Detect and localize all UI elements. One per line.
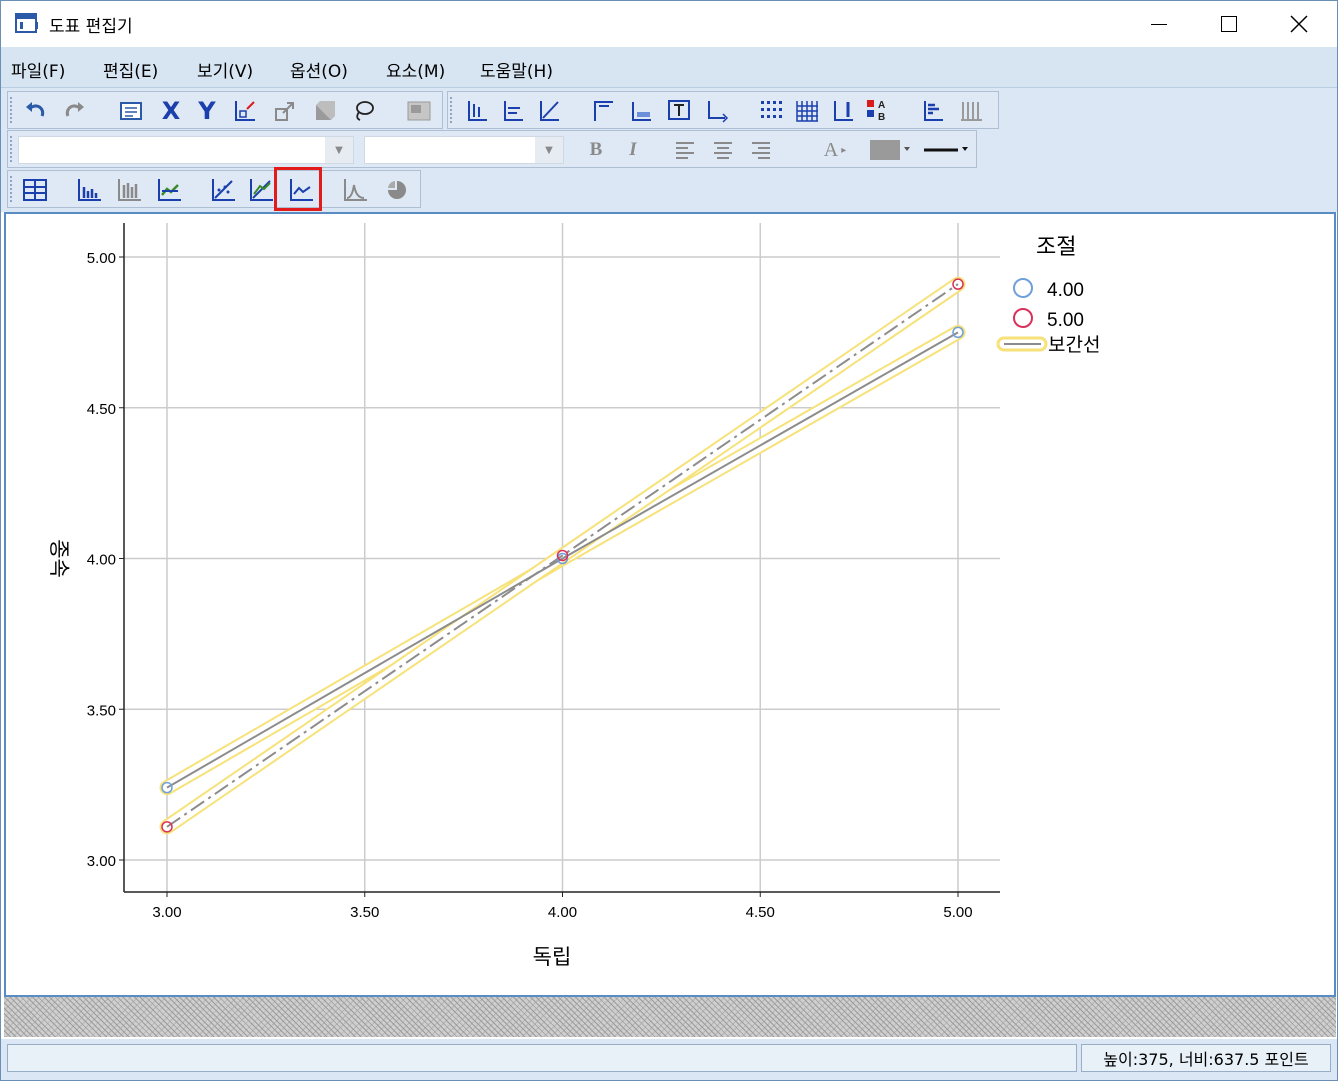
chart-canvas[interactable]: 3.00 3.00 3.50 3.50 4.00 4.00 4.50 4.50 5.00 5.00… [4, 212, 1336, 997]
y-axis-title: 종속 [47, 539, 70, 578]
x-axis-title-icon[interactable] [464, 98, 490, 124]
menu-options[interactable]: 옵션(O) [290, 57, 348, 82]
maximize-icon [1221, 16, 1237, 32]
menu-elements[interactable]: 요소(M) [386, 57, 445, 82]
x-tick-label: 5.00 [943, 904, 972, 921]
menu-bar: 파일(F) 편집(E) 보기(V) 옵션(O) 요소(M) 도움말(H) [1, 47, 1337, 88]
bar-chart-icon [958, 98, 984, 124]
y-tick-label: 3.50 [87, 702, 116, 719]
legend-label-5.00: 5.00 [1047, 310, 1084, 331]
minimize-button[interactable] [1125, 1, 1193, 47]
chevron-down-icon: ▸ [841, 144, 847, 156]
align-left-icon[interactable] [672, 137, 698, 163]
subgroup-icon[interactable] [22, 177, 48, 203]
close-button[interactable] [1265, 1, 1333, 47]
close-icon [1290, 15, 1308, 33]
toolbar-chart-elements [7, 170, 421, 208]
reference-line-icon[interactable] [536, 98, 562, 124]
title-bar: 도표 편집기 [1, 1, 1337, 47]
menu-view[interactable]: 보기(V) [197, 57, 253, 82]
3d-rotate-icon [312, 98, 338, 124]
window-title: 도표 편집기 [49, 17, 133, 37]
show-data-labels-icon[interactable] [76, 177, 102, 203]
toolbar-format: ▼ ▼ B I A ▸ [7, 130, 977, 168]
legend-label-interpolation-line: 보간선 [1048, 334, 1100, 356]
transpose-icon[interactable] [920, 98, 946, 124]
text-color-label: A [823, 138, 839, 161]
y-axis-icon[interactable]: Y [194, 97, 220, 125]
y-tick-label: 5.00 [87, 250, 116, 267]
menu-help[interactable]: 도움말(H) [480, 57, 553, 82]
legend-title: 조절 [1036, 234, 1076, 259]
toolbar-elements: AB [447, 91, 999, 129]
chevron-down-icon[interactable]: ▼ [535, 137, 563, 163]
image-icon [406, 98, 432, 124]
redo-icon[interactable] [62, 98, 88, 124]
y-tick-label: 3.00 [87, 853, 116, 870]
undo-icon[interactable] [22, 98, 48, 124]
title-icon[interactable] [590, 98, 616, 124]
distribution-curve-icon [342, 177, 368, 203]
status-message [7, 1044, 1077, 1072]
y-axis-title-icon[interactable] [500, 98, 526, 124]
legend-marker-4.00 [1013, 278, 1033, 298]
selected-tool-highlight [274, 167, 322, 211]
chart-svg[interactable]: 3.00 3.00 3.50 3.50 4.00 4.00 4.50 4.50 5.00 5.00… [6, 214, 1334, 995]
minimize-icon [1151, 23, 1167, 25]
data-label-icon[interactable] [830, 98, 856, 124]
maximize-button[interactable] [1195, 1, 1263, 47]
reference-line-from-equation-icon[interactable] [248, 177, 274, 203]
x-tick-label: 3.50 [350, 904, 379, 921]
align-center-icon[interactable] [710, 137, 736, 163]
menu-edit[interactable]: 편집(E) [103, 57, 158, 82]
font-name-combo[interactable]: ▼ [18, 136, 354, 164]
fit-line-subgroups-icon[interactable] [210, 177, 236, 203]
lasso-icon[interactable] [350, 98, 376, 124]
legend-marker-5.00 [1013, 308, 1033, 328]
annotation-icon[interactable] [704, 98, 730, 124]
y-tick-label: 4.00 [87, 552, 116, 569]
x-tick-label: 3.00 [152, 904, 181, 921]
chevron-down-icon[interactable]: ▼ [325, 137, 353, 163]
status-bar: 높이:375, 너비:637.5 포인트 [1, 1039, 1337, 1080]
major-grid-icon[interactable] [794, 98, 820, 124]
x-tick-label: 4.00 [548, 904, 577, 921]
line-style-button[interactable] [922, 137, 972, 163]
fit-line-total-icon[interactable] [156, 177, 182, 203]
explode-slice-icon [384, 177, 410, 203]
bold-button[interactable]: B [583, 137, 609, 163]
align-right-icon[interactable] [748, 137, 774, 163]
y-tick-label: 4.50 [87, 401, 116, 418]
resize-icon [272, 98, 298, 124]
x-axis-icon[interactable]: X [158, 97, 184, 125]
menu-file[interactable]: 파일(F) [11, 57, 65, 82]
error-bars-icon [116, 177, 142, 203]
font-size-combo[interactable]: ▼ [364, 136, 564, 164]
legend-label-4.00: 4.00 [1047, 280, 1084, 301]
footnote-icon[interactable] [628, 98, 654, 124]
scale-axis-icon[interactable] [232, 98, 258, 124]
text-color-button[interactable]: A ▸ [818, 137, 852, 163]
chart-editor-icon [15, 13, 38, 33]
italic-button[interactable]: I [620, 137, 646, 163]
x-axis-title: 독립 [533, 946, 572, 969]
chart-size-status: 높이:375, 너비:637.5 포인트 [1081, 1044, 1331, 1072]
grid-lines-icon[interactable] [758, 98, 784, 124]
canvas-background [4, 997, 1336, 1037]
x-tick-label: 4.50 [746, 904, 775, 921]
text-box-icon[interactable] [666, 98, 692, 124]
toolbar-edit: X Y [7, 91, 443, 129]
svg-text:B: B [878, 112, 885, 123]
legend-icon[interactable]: AB [866, 98, 892, 124]
svg-text:A: A [878, 100, 885, 111]
fill-color-button[interactable] [868, 137, 912, 163]
properties-icon[interactable] [118, 98, 144, 124]
toolbar-area: X Y A B ▼ ▼ B I A ▸ [1, 88, 1337, 212]
chart-editor-window: 도표 편집기 파일(F) 편집(E) 보기(V) 옵션(O) 요소(M) 도움말… [0, 0, 1338, 1081]
